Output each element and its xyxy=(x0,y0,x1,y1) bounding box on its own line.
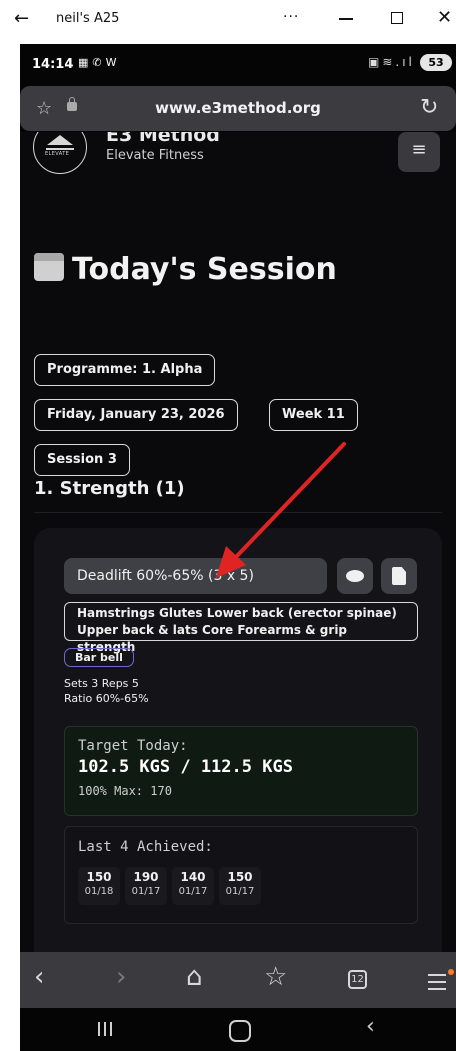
eye-icon xyxy=(346,570,364,582)
window-more-button[interactable]: ··· xyxy=(283,9,299,25)
brand-tagline: Elevate Fitness xyxy=(106,148,204,163)
section-divider xyxy=(34,512,442,513)
section-title: 1. Strength (1) xyxy=(34,478,185,499)
exercise-notes-button[interactable] xyxy=(381,558,417,594)
favorites-icon[interactable]: ☆ xyxy=(264,962,287,992)
logo-roof-icon xyxy=(47,135,73,145)
page-title: Today's Session xyxy=(34,252,337,287)
signal-icons: ▣≋.ıl xyxy=(368,55,415,69)
target-label: Target Today: xyxy=(78,738,188,754)
system-back-button[interactable]: ‹ xyxy=(366,1014,375,1039)
week-badge: Week 11 xyxy=(269,399,358,431)
brand-name[interactable]: E3 Method xyxy=(106,132,220,146)
brand-logo[interactable]: ELEVATE xyxy=(33,132,87,174)
battery-icon: 53 xyxy=(420,54,452,71)
muscle-groups-line-1: Hamstrings Glutes Lower back (erector sp… xyxy=(77,606,397,620)
phone-status-bar: 14:14 ▦✆W ▣≋.ıl 53 xyxy=(20,44,456,84)
system-home-button[interactable] xyxy=(229,1020,251,1042)
equipment-badge: Bar bell xyxy=(64,648,134,667)
document-icon xyxy=(392,567,406,585)
achieved-value: 150 xyxy=(227,870,253,884)
notification-dot xyxy=(448,969,454,975)
achieved-item: 140 01/17 xyxy=(172,867,214,905)
exercise-card: Deadlift 60%-65% (3 x 5) Hamstrings Glut… xyxy=(34,528,442,952)
close-button[interactable]: ✕ xyxy=(437,7,452,28)
system-nav-bar: ‹ xyxy=(20,1008,456,1051)
achieved-label: Last 4 Achieved: xyxy=(78,839,213,855)
recent-apps-button[interactable] xyxy=(98,1022,112,1036)
url-text[interactable]: www.e3method.org xyxy=(20,99,456,117)
browser-menu-button[interactable] xyxy=(428,974,446,995)
ratio: Ratio 60%-65% xyxy=(64,692,149,705)
minimize-button[interactable] xyxy=(339,18,353,20)
muscle-groups: Hamstrings Glutes Lower back (erector sp… xyxy=(64,602,418,654)
status-time: 14:14 xyxy=(32,57,74,72)
achieved-date: 01/17 xyxy=(178,886,208,897)
session-badge: Session 3 xyxy=(34,444,130,476)
target-value: 102.5 KGS / 112.5 KGS xyxy=(78,757,293,777)
reload-icon[interactable]: ↻ xyxy=(420,95,438,120)
date-badge: Friday, January 23, 2026 xyxy=(34,399,238,431)
programme-badge: Programme: 1. Alpha xyxy=(34,354,216,386)
achieved-item: 150 01/17 xyxy=(219,867,261,905)
achieved-date: 01/18 xyxy=(84,886,114,897)
window-back-button[interactable]: ← xyxy=(14,8,29,29)
achieved-value: 190 xyxy=(133,870,159,884)
page-title-text: Today's Session xyxy=(72,252,337,287)
achieved-date: 01/17 xyxy=(131,886,161,897)
notification-icons: ▦✆W xyxy=(78,56,121,69)
view-exercise-button[interactable] xyxy=(337,558,373,594)
window-title-bar: ← neil's A25 ··· ✕ xyxy=(0,0,456,40)
browser-bottom-toolbar: ‹ › ⌂ ☆ 12 xyxy=(20,952,456,1008)
achieved-item: 150 01/18 xyxy=(78,867,120,905)
home-icon[interactable]: ⌂ xyxy=(186,962,203,992)
target-max: 100% Max: 170 xyxy=(78,784,172,798)
site-header: ELEVATE E3 Method Elevate Fitness ≡ xyxy=(20,132,456,188)
achieved-item: 190 01/17 xyxy=(125,867,167,905)
tabs-button[interactable]: 12 xyxy=(348,970,367,989)
browser-forward-button[interactable]: › xyxy=(116,962,126,992)
achieved-value: 150 xyxy=(86,870,112,884)
sets-reps: Sets 3 Reps 5 xyxy=(64,677,139,690)
browser-back-button[interactable]: ‹ xyxy=(34,962,44,992)
window-title: neil's A25 xyxy=(56,11,120,26)
target-today-panel: Target Today: 102.5 KGS / 112.5 KGS 100%… xyxy=(64,726,418,816)
logo-text: ELEVATE xyxy=(45,151,70,157)
last-achieved-panel: Last 4 Achieved: 150 01/18 190 01/17 140… xyxy=(64,826,418,924)
maximize-button[interactable] xyxy=(391,12,403,24)
sets-reps-info: Sets 3 Reps 5 Ratio 60%-65% xyxy=(64,676,149,706)
hamburger-menu-button[interactable]: ≡ xyxy=(398,132,440,172)
achieved-date: 01/17 xyxy=(225,886,255,897)
phone-screen: 14:14 ▦✆W ▣≋.ıl 53 ☆ www.e3method.org ↻ … xyxy=(20,44,456,1051)
logo-bar-icon xyxy=(46,148,74,150)
browser-url-bar[interactable]: ☆ www.e3method.org ↻ xyxy=(20,86,456,131)
achieved-value: 140 xyxy=(180,870,206,884)
page-content: ELEVATE E3 Method Elevate Fitness ≡ Toda… xyxy=(20,132,456,952)
calendar-icon xyxy=(34,253,64,281)
exercise-name[interactable]: Deadlift 60%-65% (3 x 5) xyxy=(64,558,327,594)
